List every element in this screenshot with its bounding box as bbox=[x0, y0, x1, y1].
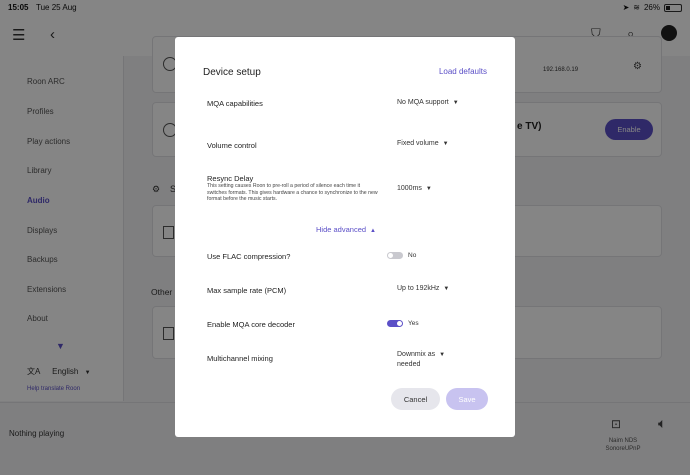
mqa-capabilities-dropdown[interactable]: No MQA support ▼ bbox=[397, 99, 459, 106]
mqa-capabilities-label: MQA capabilities bbox=[207, 99, 263, 108]
cancel-button[interactable]: Cancel bbox=[391, 388, 440, 410]
caret-down-icon: ▼ bbox=[443, 286, 450, 292]
mqa-core-decoder-toggle[interactable] bbox=[387, 320, 403, 327]
caret-up-icon: ▲ bbox=[370, 228, 376, 234]
caret-down-icon: ▼ bbox=[425, 186, 432, 192]
dialog-title: Device setup bbox=[203, 67, 261, 78]
toggle-knob bbox=[388, 253, 393, 258]
resync-delay-label: Resync Delay bbox=[207, 174, 254, 183]
hide-advanced-toggle[interactable]: Hide advanced ▲ bbox=[316, 225, 376, 234]
max-sample-rate-value: Up to 192kHz bbox=[397, 285, 440, 292]
load-defaults-link[interactable]: Load defaults bbox=[439, 67, 487, 76]
multichannel-mixing-value-line2: needed bbox=[397, 361, 421, 368]
mqa-capabilities-value: No MQA support bbox=[397, 99, 449, 106]
multichannel-mixing-value: Downmix as bbox=[397, 351, 436, 358]
caret-down-icon: ▼ bbox=[452, 100, 459, 106]
caret-down-icon: ▼ bbox=[442, 141, 449, 147]
resync-delay-description: This setting causes Roon to pre-roll a p… bbox=[207, 183, 378, 202]
resync-delay-value: 1000ms bbox=[397, 185, 422, 192]
volume-control-value: Fixed volume bbox=[397, 140, 439, 147]
max-sample-rate-dropdown[interactable]: Up to 192kHz ▼ bbox=[397, 285, 449, 292]
save-button[interactable]: Save bbox=[446, 388, 488, 410]
mqa-core-decoder-value: Yes bbox=[408, 320, 419, 327]
hide-advanced-label: Hide advanced bbox=[316, 225, 367, 234]
multichannel-mixing-label: Multichannel mixing bbox=[207, 354, 273, 363]
volume-control-dropdown[interactable]: Fixed volume ▼ bbox=[397, 140, 449, 147]
flac-compression-toggle[interactable] bbox=[387, 252, 403, 259]
mqa-core-decoder-label: Enable MQA core decoder bbox=[207, 320, 295, 329]
caret-down-icon: ▼ bbox=[439, 352, 446, 358]
resync-delay-dropdown[interactable]: 1000ms ▼ bbox=[397, 185, 432, 192]
volume-control-label: Volume control bbox=[207, 141, 257, 150]
toggle-knob bbox=[397, 321, 402, 326]
flac-compression-label: Use FLAC compression? bbox=[207, 252, 291, 261]
flac-compression-value: No bbox=[408, 252, 417, 259]
device-setup-dialog: Device setup Load defaults MQA capabilit… bbox=[175, 37, 515, 437]
max-sample-rate-label: Max sample rate (PCM) bbox=[207, 286, 287, 295]
multichannel-mixing-dropdown[interactable]: Downmix as ▼ needed bbox=[397, 350, 445, 369]
